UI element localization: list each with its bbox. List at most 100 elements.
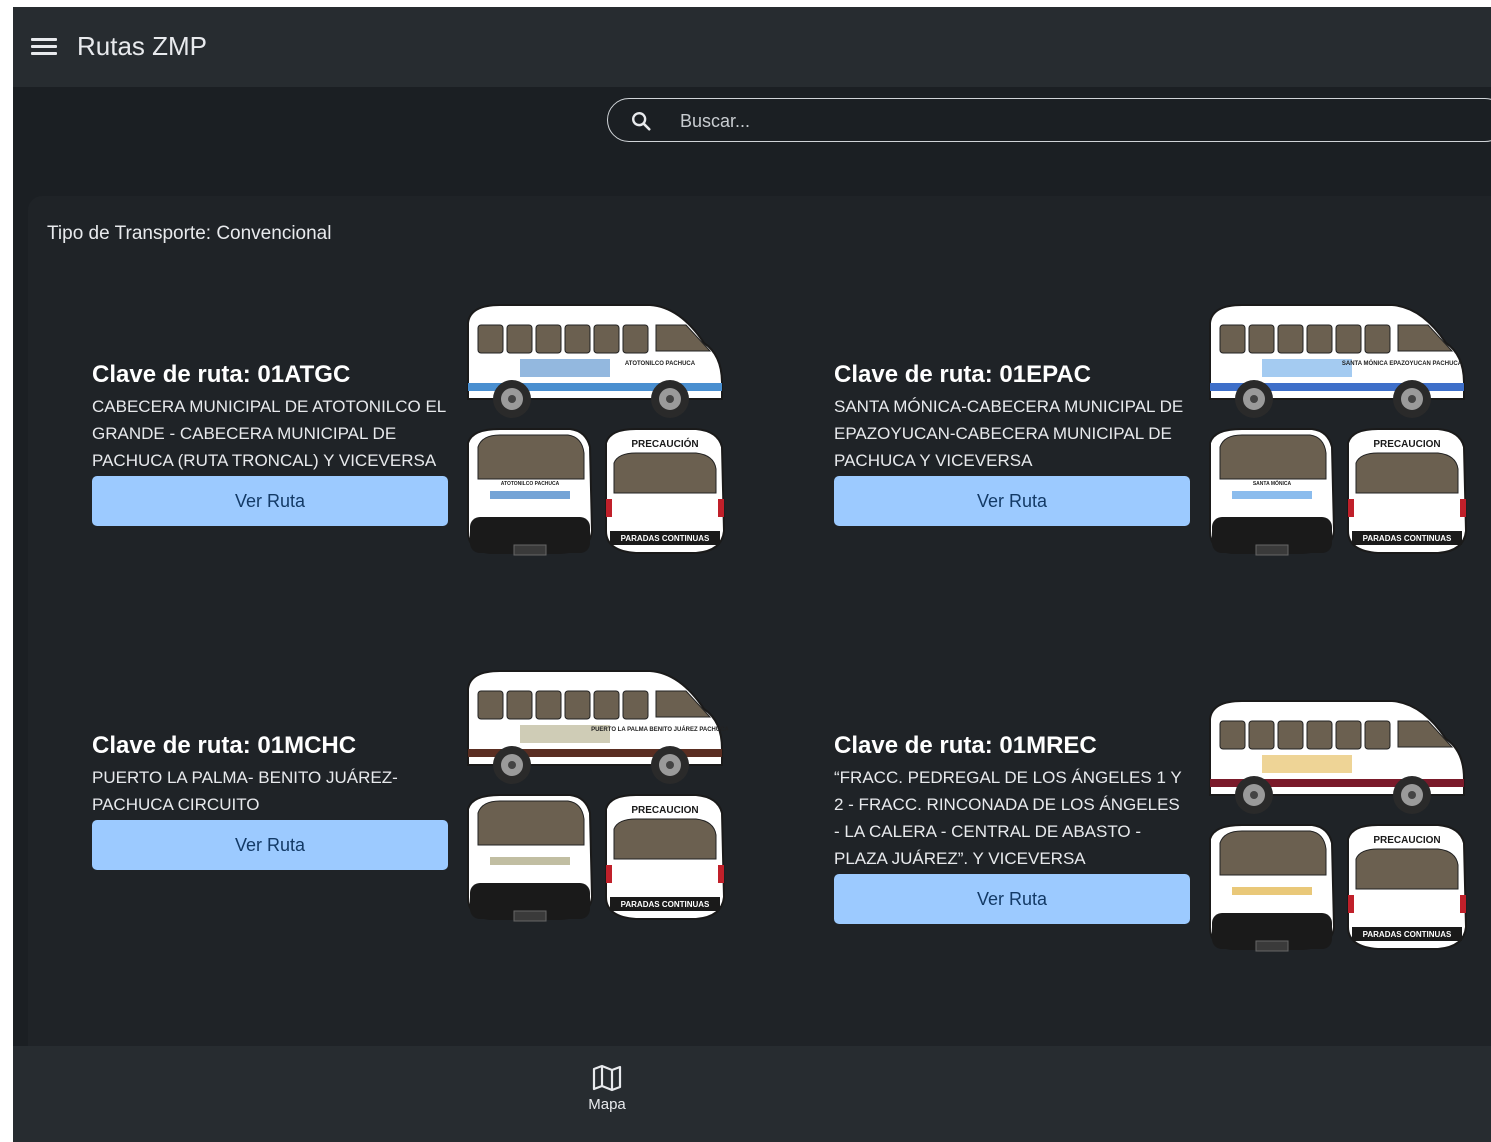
route-card: Clave de ruta: 01ATGC CABECERA MUNICIPAL… (41, 303, 726, 563)
van-livery (1262, 755, 1352, 773)
van-rear-window (1355, 452, 1459, 494)
van-window (1219, 324, 1246, 354)
ver-ruta-button[interactable]: Ver Ruta (92, 476, 448, 526)
van-side-text: SANTA MÓNICA EPAZOYUCAN PACHUCA (1342, 359, 1463, 367)
van-front-livery (1232, 491, 1312, 499)
van-front-windshield (477, 800, 585, 846)
van-windshield (1397, 720, 1454, 748)
van-front-plate (1255, 940, 1289, 952)
van-side-text: ATOTONILCO PACHUCA (625, 361, 696, 367)
van-side-text: PUERTO LA PALMA BENITO JUÁREZ PACHUCA (591, 726, 728, 733)
ver-ruta-button[interactable]: Ver Ruta (834, 874, 1190, 924)
van-rear-caution-text: PRECAUCION (1373, 835, 1440, 846)
van-window (477, 690, 504, 720)
search-bar[interactable] (607, 98, 1491, 142)
route-key: Clave de ruta: 01MCHC (92, 732, 357, 759)
van-front-plate (1255, 544, 1289, 556)
van-window (506, 690, 533, 720)
van-rear-banner-text: PARADAS CONTINUAS (1363, 930, 1452, 939)
van-window (564, 324, 591, 354)
route-card-text: Clave de ruta: 01ATGC CABECERA MUNICIPAL… (92, 361, 448, 526)
van-window (1248, 720, 1275, 750)
van-window (1306, 720, 1333, 750)
van-rear-window (613, 452, 717, 494)
van-rear-caution-text: PRECAUCION (1373, 439, 1440, 450)
van-window (1219, 720, 1246, 750)
van-rear-window (1355, 848, 1459, 890)
hamburger-menu-icon[interactable] (31, 38, 57, 56)
van-plate-text: 01MCHC (611, 758, 640, 765)
van-front-livery (490, 491, 570, 499)
van-window (593, 690, 620, 720)
van-window (1277, 324, 1304, 354)
van-rear-banner-text: PARADAS CONTINUAS (1363, 534, 1452, 543)
route-card: Clave de ruta: 01MREC “FRACC. PEDREGAL D… (783, 699, 1468, 959)
van-plate-text: 01ATGC (611, 392, 638, 399)
route-key: Clave de ruta: 01EPAC (834, 361, 1091, 388)
van-window (1277, 720, 1304, 750)
route-vehicle-image: SANTA MÓNICA EPAZOYUCAN PACHUCA 01EPAC SAN… (1209, 304, 1468, 556)
van-rear-light (1348, 895, 1354, 913)
van-window (622, 690, 649, 720)
nav-item-mapa[interactable]: Mapa (573, 1064, 641, 1128)
van-window (1306, 324, 1333, 354)
van-front-text: ATOTONILCO PACHUCA (501, 481, 560, 487)
route-description: CABECERA MUNICIPAL DE ATOTONILCO EL GRAN… (92, 397, 446, 470)
search-input[interactable] (678, 105, 1462, 137)
route-vehicle-image: 01MREC PRECAUCION PARADAS CONTINUAS (1209, 700, 1468, 952)
van-window (593, 324, 620, 354)
van-rear-caution-text: PRECAUCION (631, 805, 698, 816)
van-rear-light (1348, 499, 1354, 517)
van-window (1248, 324, 1275, 354)
route-card-text: Clave de ruta: 01MREC “FRACC. PEDREGAL D… (834, 732, 1190, 924)
route-description: “FRACC. PEDREGAL DE LOS ÁNGELES 1 Y 2 - … (834, 768, 1182, 868)
van-livery (520, 359, 610, 377)
route-description: PUERTO LA PALMA- BENITO JUÁREZ- PACHUCA … (92, 768, 398, 814)
van-window (1335, 720, 1362, 750)
nav-label-mapa: Mapa (588, 1096, 626, 1113)
van-window (506, 324, 533, 354)
routes-panel: Tipo de Transporte: Convencional Clave d… (28, 196, 1491, 1056)
van-plate-text: 01EPAC (1354, 392, 1381, 399)
route-card: Clave de ruta: 01MCHC PUERTO LA PALMA- B… (41, 669, 728, 929)
van-front-livery (490, 857, 570, 865)
van-livery (1262, 359, 1352, 377)
section-title: Tipo de Transporte: Convencional (47, 223, 332, 244)
van-plate-text: 01MREC (1353, 788, 1381, 795)
van-front-plate (513, 544, 547, 556)
van-rear-banner-text: PARADAS CONTINUAS (621, 534, 710, 543)
van-rear-light (606, 865, 612, 883)
van-rear-light (1460, 499, 1466, 517)
top-app-bar: Rutas ZMP (13, 7, 1491, 87)
route-key: Clave de ruta: 01ATGC (92, 361, 351, 388)
ver-ruta-button[interactable]: Ver Ruta (92, 820, 448, 870)
van-window (1335, 324, 1362, 354)
van-front-livery (1232, 887, 1312, 895)
route-card: Clave de ruta: 01EPAC SANTA MÓNICA-CABEC… (783, 303, 1468, 563)
bottom-navigation: Mapa (13, 1046, 1491, 1142)
route-vehicle-image: ATOTONILCO PACHUCA 01ATGC ATOTONILCO PACHU… (467, 304, 726, 556)
van-window (477, 324, 504, 354)
van-rear-light (718, 865, 724, 883)
route-card-text: Clave de ruta: 01MCHC PUERTO LA PALMA- B… (92, 732, 448, 870)
route-vehicle-image: PUERTO LA PALMA BENITO JUÁREZ PACHUCA 01M… (467, 670, 728, 922)
van-window (1364, 720, 1391, 750)
app-title: Rutas ZMP (77, 31, 208, 61)
van-windshield (655, 690, 712, 718)
van-rear-light (718, 499, 724, 517)
van-front-windshield (1219, 434, 1327, 480)
van-windshield (655, 324, 712, 352)
van-window (535, 690, 562, 720)
route-card-text: Clave de ruta: 01EPAC SANTA MÓNICA-CABEC… (834, 361, 1190, 526)
van-rear-banner-text: PARADAS CONTINUAS (621, 900, 710, 909)
van-front-windshield (477, 434, 585, 480)
map-icon (592, 1064, 622, 1092)
route-key: Clave de ruta: 01MREC (834, 732, 1097, 759)
route-description: SANTA MÓNICA-CABECERA MUNICIPAL DE EPAZO… (834, 397, 1184, 470)
van-front-plate (513, 910, 547, 922)
van-rear-light (1460, 895, 1466, 913)
search-icon (632, 112, 651, 131)
van-front-windshield (1219, 830, 1327, 876)
van-window (1364, 324, 1391, 354)
ver-ruta-button[interactable]: Ver Ruta (834, 476, 1190, 526)
